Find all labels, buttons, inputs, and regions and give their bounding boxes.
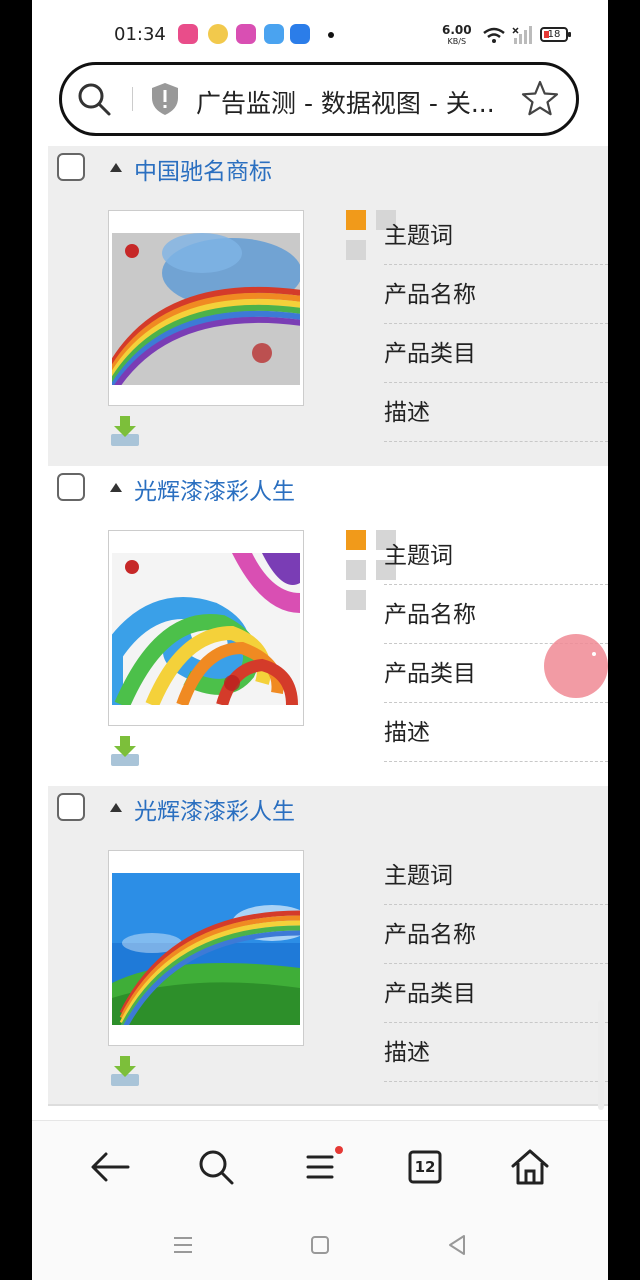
tab-count: 12 — [414, 1158, 436, 1176]
ad-thumbnail[interactable] — [108, 210, 304, 406]
collapse-toggle-icon[interactable] — [110, 483, 122, 492]
list-item: 光辉漆漆彩人生 主题词 产品名称 产品类目 描述 — [48, 466, 608, 786]
ad-thumbnail[interactable] — [108, 850, 304, 1046]
collapse-toggle-icon[interactable] — [110, 803, 122, 812]
item-title[interactable]: 光辉漆漆彩人生 — [134, 472, 295, 506]
field-description: 描述 — [384, 703, 608, 762]
item-checkbox[interactable] — [57, 153, 85, 181]
weibo-notification-icon — [208, 24, 228, 44]
tabs-icon[interactable]: 12 — [402, 1145, 446, 1189]
menu-icon[interactable] — [300, 1145, 344, 1189]
color-swatch — [346, 530, 366, 550]
download-icon[interactable] — [108, 734, 142, 768]
floating-assistant-button[interactable] — [544, 634, 608, 698]
address-bar-separator — [132, 87, 133, 111]
network-speed-unit: KB/S — [447, 37, 467, 46]
battery-icon: 18 — [540, 27, 571, 42]
item-title[interactable]: 光辉漆漆彩人生 — [134, 792, 295, 826]
field-keyword: 主题词 — [384, 526, 608, 585]
field-product-name: 产品名称 — [384, 265, 608, 324]
status-time: 01:34 — [114, 24, 166, 45]
ad-image[interactable] — [112, 553, 300, 705]
field-list: 主题词 产品名称 产品类目 描述 — [384, 206, 608, 442]
network-speed: 6.00 KB/S — [442, 23, 472, 47]
color-swatch — [346, 560, 366, 580]
ad-image[interactable] — [112, 873, 300, 1025]
search-icon[interactable] — [76, 81, 112, 117]
more-notifications-dot — [328, 32, 334, 38]
status-bar: 01:34 6.00 KB/S 18 — [32, 0, 608, 62]
network-speed-value: 6.00 — [442, 23, 472, 37]
mail-notification-icon — [264, 24, 284, 44]
back-arrow-icon[interactable] — [88, 1145, 132, 1189]
field-keyword: 主题词 — [384, 206, 608, 265]
field-list: 主题词 产品名称 产品类目 描述 — [384, 846, 608, 1082]
color-swatch — [346, 210, 366, 230]
address-bar[interactable]: 广告监测 - 数据视图 - 关... — [59, 62, 579, 136]
ad-list: 中国驰名商标 主题词 产品名称 产品类目 描述 光辉漆漆彩人生 主题词 产品名称… — [48, 146, 608, 1106]
browser-toolbar: 12 — [32, 1120, 608, 1211]
field-keyword: 主题词 — [384, 846, 608, 905]
download-icon[interactable] — [108, 1054, 142, 1088]
field-product-name: 产品名称 — [384, 905, 608, 964]
color-swatch — [346, 240, 366, 260]
field-product-category: 产品类目 — [384, 324, 608, 383]
signal-icon — [512, 26, 532, 44]
item-checkbox[interactable] — [57, 473, 85, 501]
star-icon[interactable] — [520, 79, 560, 119]
system-navigation-bar — [32, 1210, 608, 1280]
list-divider — [48, 1104, 608, 1106]
video-notification-icon — [236, 24, 256, 44]
wifi-icon — [483, 27, 505, 43]
item-checkbox[interactable] — [57, 793, 85, 821]
battery-level: 18 — [547, 29, 561, 40]
item-title[interactable]: 中国驰名商标 — [134, 152, 272, 186]
home-button-icon[interactable] — [307, 1232, 333, 1258]
scrollbar[interactable] — [598, 1000, 604, 1110]
ad-image[interactable] — [112, 233, 300, 385]
phone-screen: 01:34 6.00 KB/S 18 广告监测 - 数据视图 - 关... 中国… — [32, 0, 608, 1280]
recent-apps-icon[interactable] — [170, 1232, 196, 1258]
page-title[interactable]: 广告监测 - 数据视图 - 关... — [196, 84, 495, 120]
field-description: 描述 — [384, 383, 608, 442]
list-item: 中国驰名商标 主题词 产品名称 产品类目 描述 — [48, 146, 608, 466]
download-icon[interactable] — [108, 414, 142, 448]
list-item: 光辉漆漆彩人生 主题词 产品名称 产品类目 描述 — [48, 786, 608, 1106]
field-product-category: 产品类目 — [384, 964, 608, 1023]
calendar-notification-icon — [290, 24, 310, 44]
home-icon[interactable] — [508, 1145, 552, 1189]
back-button-icon[interactable] — [444, 1232, 470, 1258]
field-description: 描述 — [384, 1023, 608, 1082]
shield-icon[interactable] — [150, 82, 180, 116]
search-icon[interactable] — [194, 1145, 238, 1189]
app-notification-icon — [178, 24, 198, 44]
collapse-toggle-icon[interactable] — [110, 163, 122, 172]
color-swatch — [346, 590, 366, 610]
ad-thumbnail[interactable] — [108, 530, 304, 726]
